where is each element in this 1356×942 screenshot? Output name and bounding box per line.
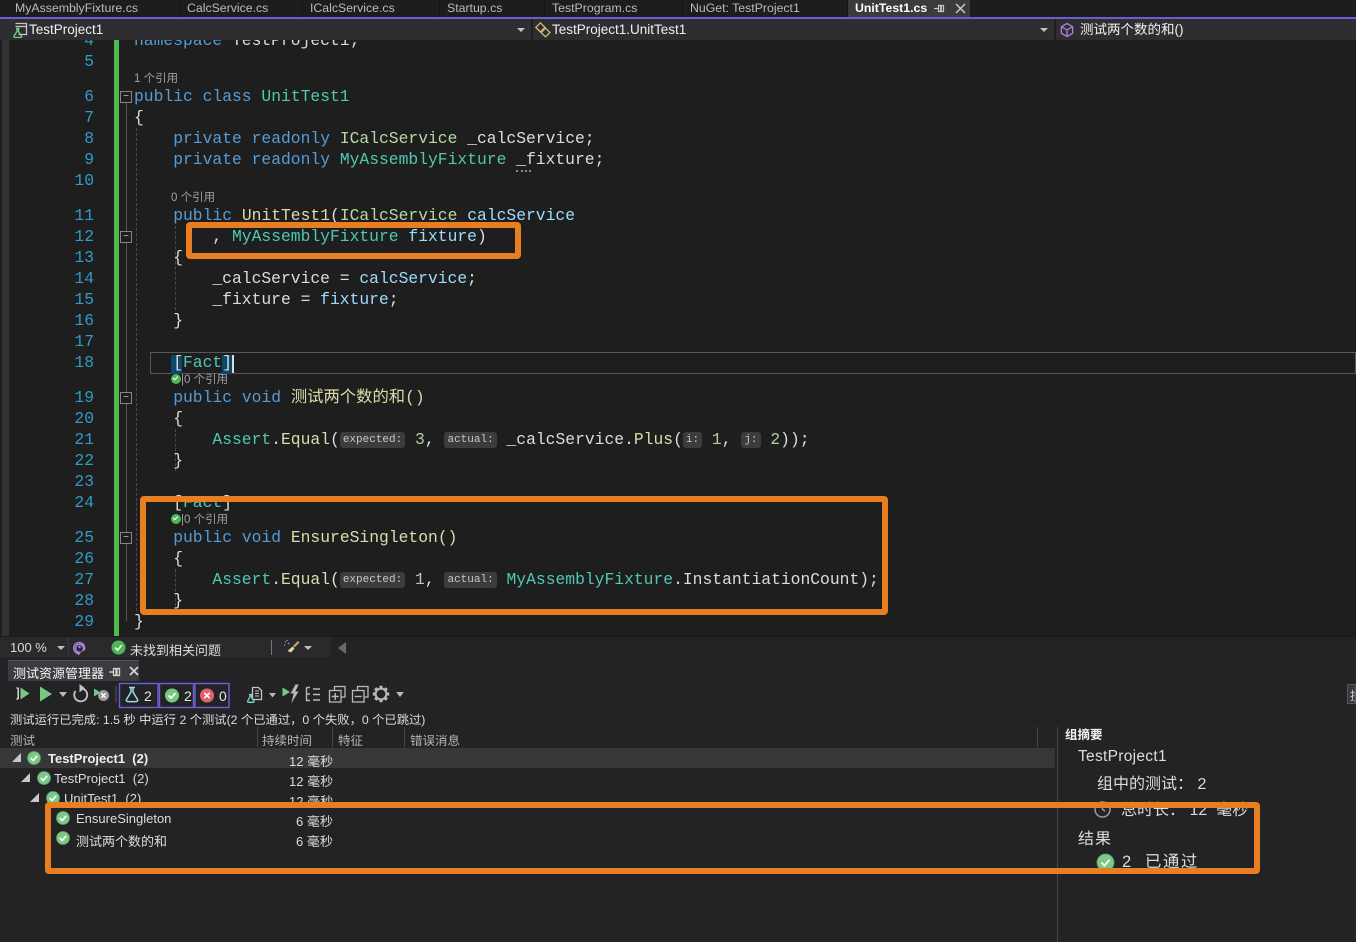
svg-text:2: 2 [184,688,192,704]
svg-text:2: 2 [144,688,152,704]
svg-text:0: 0 [219,688,227,704]
